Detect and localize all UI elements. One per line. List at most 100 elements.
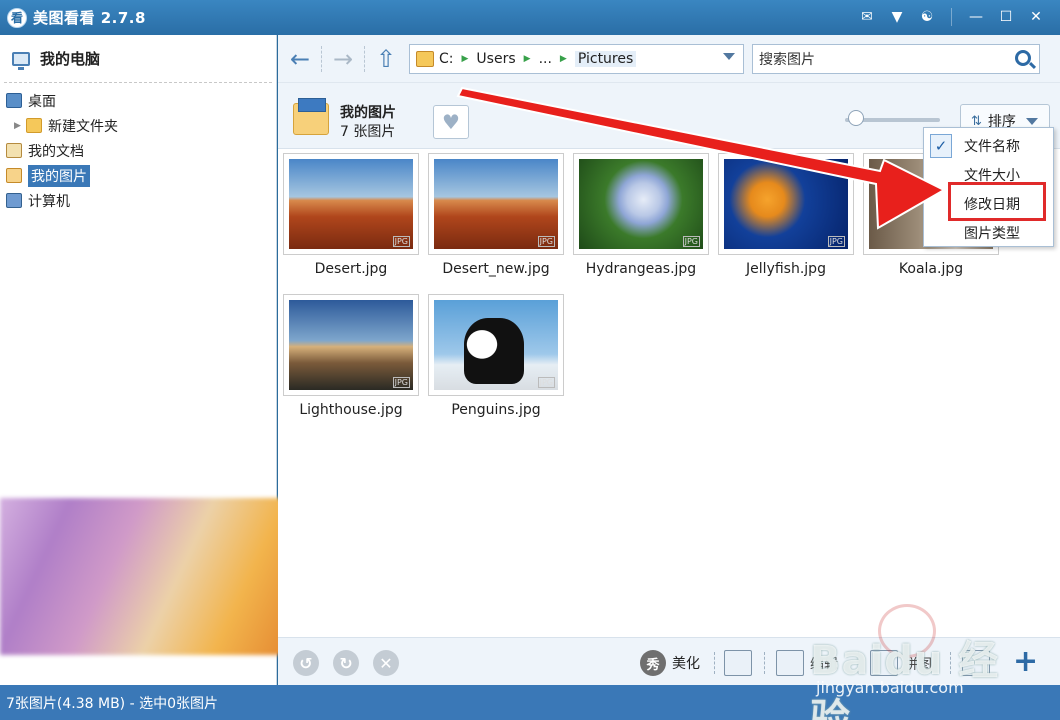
sidebar-item-pictures[interactable]: 我的图片: [0, 163, 276, 188]
desktop-icon: [6, 93, 22, 108]
thumbnail-name[interactable]: Koala.jpg: [863, 261, 999, 277]
thumbnail-frame[interactable]: JPG: [718, 153, 854, 255]
folder-tree: 桌面 ▶ 新建文件夹 我的文档 我的图片 计算机: [0, 83, 276, 213]
documents-icon: [6, 143, 22, 158]
sidebar-item-label: 我的图片: [28, 164, 90, 187]
sidebar-item-computer[interactable]: 计算机: [0, 188, 276, 213]
thumbnail-frame[interactable]: JPG: [573, 153, 709, 255]
heart-icon: ♥: [442, 110, 460, 134]
my-computer-icon: [12, 51, 30, 70]
rotate-right-button[interactable]: ↻: [333, 650, 359, 676]
toolbar-separator: [364, 45, 365, 72]
thumbnail-image: JPG: [724, 159, 848, 249]
toolbar: ← → ⇧ C: ▶ Users ▶ ... ▶ Pictures 搜索图片: [278, 35, 1060, 83]
forward-button[interactable]: →: [326, 42, 360, 76]
slideshow-icon[interactable]: [724, 650, 752, 676]
drive-icon: [416, 50, 434, 67]
sidebar-item-documents[interactable]: 我的文档: [0, 138, 276, 163]
search-placeholder: 搜索图片: [759, 51, 815, 68]
sidebar-title: 我的电脑: [40, 50, 101, 68]
sort-option-label: 文件名称: [964, 138, 1020, 155]
bottom-separator: [714, 652, 715, 674]
computer-icon: [6, 193, 22, 208]
address-bar[interactable]: C: ▶ Users ▶ ... ▶ Pictures: [409, 43, 744, 74]
thumbnail-image: JPG: [579, 159, 703, 249]
thumbnail-name[interactable]: Hydrangeas.jpg: [573, 261, 709, 277]
address-crumb[interactable]: ...: [539, 51, 552, 67]
folder-icon: [26, 118, 42, 133]
thumbnail-item[interactable]: JPG Lighthouse.jpg: [283, 294, 419, 418]
jpg-badge: JPG: [537, 377, 555, 388]
status-text: 7张图片(4.38 MB) - 选中0张图片: [6, 695, 218, 712]
search-icon[interactable]: [1015, 49, 1031, 66]
breadcrumb-arrow-icon[interactable]: ▶: [560, 54, 567, 64]
thumbnail-name[interactable]: Desert.jpg: [283, 261, 419, 277]
thumbnail-item[interactable]: JPG Desert_new.jpg: [428, 153, 564, 277]
jpg-badge: JPG: [392, 377, 410, 388]
menu-icon[interactable]: ▼: [885, 6, 909, 28]
zoom-slider-handle[interactable]: [848, 110, 864, 126]
thumbnail-frame[interactable]: JPG: [428, 294, 564, 396]
blurred-region: [0, 498, 285, 655]
jpg-badge: JPG: [392, 236, 410, 247]
baidu-watermark: Baidu 经验 jingyan.baidu.com: [800, 600, 1040, 720]
sort-option-label: 图片类型: [964, 225, 1020, 242]
back-button[interactable]: ←: [283, 42, 317, 76]
jpg-badge: JPG: [827, 236, 845, 247]
breadcrumb-arrow-icon[interactable]: ▶: [524, 54, 531, 64]
window-controls: ✉ ▼ ☯ — ☐ ✕: [855, 6, 1048, 28]
sidebar-header[interactable]: 我的电脑: [4, 35, 272, 83]
up-folder-button[interactable]: ⇧: [369, 42, 403, 76]
sidebar-item-new-folder[interactable]: ▶ 新建文件夹: [0, 113, 276, 138]
thumbnail-frame[interactable]: JPG: [428, 153, 564, 255]
breadcrumb-arrow-icon[interactable]: ▶: [462, 54, 469, 64]
thumbnail-name[interactable]: Penguins.jpg: [428, 402, 564, 418]
sidebar-item-label: 新建文件夹: [48, 118, 118, 135]
address-crumb-current[interactable]: Pictures: [574, 50, 637, 67]
address-crumb[interactable]: Users: [476, 51, 515, 67]
thumbnail-image: JPG: [289, 159, 413, 249]
minimize-icon[interactable]: —: [964, 6, 988, 28]
highlight-box: [948, 182, 1046, 221]
check-icon: ✓: [930, 134, 952, 158]
address-drive[interactable]: C:: [439, 51, 454, 67]
thumbnail-name[interactable]: Lighthouse.jpg: [283, 402, 419, 418]
folder-count: 7 张图片: [340, 124, 396, 140]
thumbnail-item[interactable]: JPG Penguins.jpg: [428, 294, 564, 418]
bottom-separator: [764, 652, 765, 674]
close-icon[interactable]: ✕: [1024, 6, 1048, 28]
maximize-icon[interactable]: ☐: [994, 6, 1018, 28]
thumbnail-image: JPG: [434, 300, 558, 390]
beautify-label: 美化: [672, 656, 700, 672]
thumbnail-item[interactable]: JPG Jellyfish.jpg: [718, 153, 854, 277]
beautify-button[interactable]: 秀 美化: [640, 650, 700, 676]
sidebar-item-label: 计算机: [28, 193, 70, 210]
folder-icon: [293, 98, 329, 135]
thumbnail-image: JPG: [289, 300, 413, 390]
sort-option-type[interactable]: 图片类型: [924, 218, 1053, 247]
pictures-icon: [6, 168, 22, 183]
thumbnail-item[interactable]: JPG Desert.jpg: [283, 153, 419, 277]
sidebar-item-desktop[interactable]: 桌面: [0, 88, 276, 113]
watermark-main: Baidu 经验: [810, 638, 1000, 720]
address-dropdown-icon[interactable]: [723, 52, 735, 60]
rotate-left-button[interactable]: ↺: [293, 650, 319, 676]
thumbnail-item[interactable]: JPG Hydrangeas.jpg: [573, 153, 709, 277]
sort-option-name[interactable]: ✓ 文件名称: [924, 131, 1053, 160]
watermark-url: jingyan.baidu.com: [816, 678, 964, 697]
sidebar-item-label: 我的文档: [28, 143, 84, 160]
sidebar-item-label: 桌面: [28, 93, 56, 110]
toolbar-separator: [321, 45, 322, 72]
thumbnail-name[interactable]: Jellyfish.jpg: [718, 261, 854, 277]
chat-icon[interactable]: ✉: [855, 6, 879, 28]
thumbnail-frame[interactable]: JPG: [283, 153, 419, 255]
app-title: 美图看看 2.7.8: [33, 9, 146, 27]
thumbnail-frame[interactable]: JPG: [283, 294, 419, 396]
expand-arrow-icon[interactable]: ▶: [14, 121, 26, 131]
title-separator: [951, 8, 952, 26]
favorite-button[interactable]: ♥: [433, 105, 469, 139]
search-input[interactable]: 搜索图片: [752, 43, 1040, 74]
thumbnail-name[interactable]: Desert_new.jpg: [428, 261, 564, 277]
skin-icon[interactable]: ☯: [915, 6, 939, 28]
delete-button[interactable]: ✕: [373, 650, 399, 676]
